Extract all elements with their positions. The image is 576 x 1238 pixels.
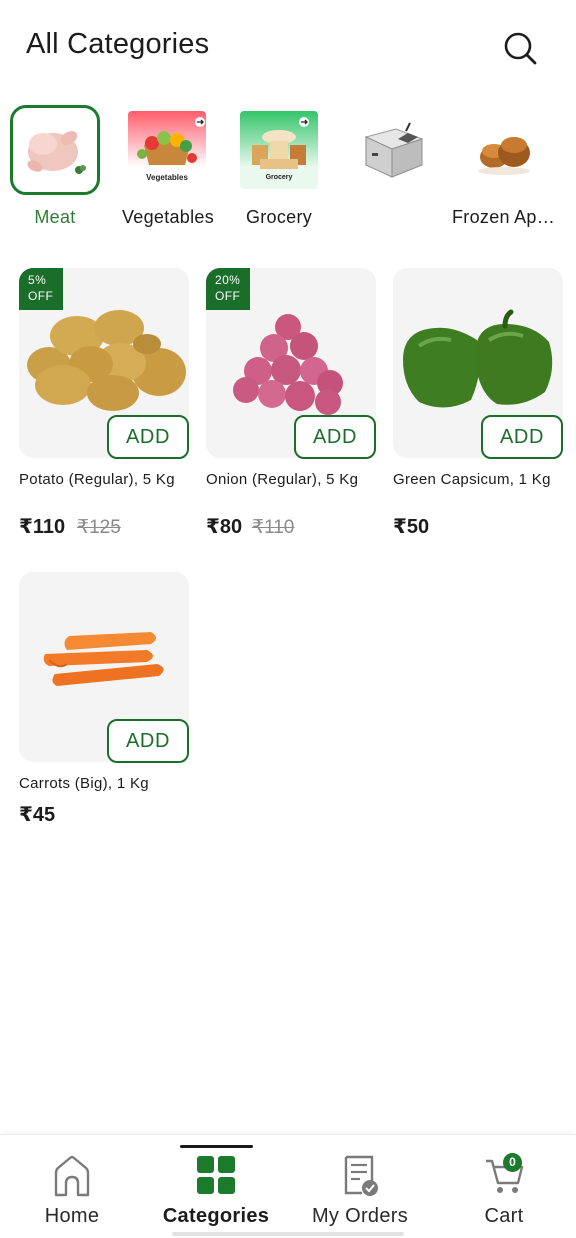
category-equipment[interactable] [336,100,446,240]
product-name: Potato (Regular), 5 Kg [19,471,175,488]
deep-fryer-image [364,122,424,178]
cart-count-badge: 0 [503,1153,522,1172]
nav-cart[interactable]: Cart [432,1135,576,1238]
capsicum-image [403,309,553,408]
add-to-cart-button[interactable]: ADD [481,415,563,459]
product-mrp: ₹125 [77,517,121,538]
grid-icon [197,1156,235,1194]
category-strip: Meat Vegetables Vegetables Grocery Groce… [0,100,576,240]
bottom-nav: Home Categories My Orders Cart [0,1134,576,1238]
product-price: ₹80 [206,516,243,538]
category-grocery[interactable]: Grocery Grocery [224,100,334,240]
product-name: Green Capsicum, 1 Kg [393,471,551,488]
nav-label: Categories [162,1205,270,1227]
discount-badge: 5% OFF [19,268,63,310]
product-mrp: ₹110 [252,517,295,538]
gesture-bar [172,1232,404,1236]
category-meat[interactable]: Meat [0,100,110,240]
product-price: ₹45 [19,804,56,826]
category-label: Grocery [245,207,313,227]
app-header: All Categories [0,0,576,96]
product-name: Onion (Regular), 5 Kg [206,471,359,488]
add-to-cart-button[interactable]: ADD [107,415,189,459]
product-name: Carrots (Big), 1 Kg [19,775,149,792]
category-label: Meat [34,207,76,227]
search-button[interactable] [500,28,540,68]
product-price: ₹110 [19,516,66,538]
nav-label: My Orders [311,1205,409,1227]
category-vegetables[interactable]: Vegetables Vegetables [112,100,222,240]
discount-badge: 20% OFF [206,268,250,310]
page-title: All Categories [26,28,210,60]
category-frozen-appetizers[interactable]: Frozen Appetizers [448,100,558,240]
discount-suffix: OFF [28,289,54,303]
category-thumb-vegetables: Vegetables [128,111,206,189]
category-thumb-meat [10,105,100,195]
nav-categories[interactable]: Categories [144,1135,288,1238]
category-thumb-grocery: Grocery [240,111,318,189]
nav-my-orders[interactable]: My Orders [288,1135,432,1238]
category-label: Vegetables [121,207,215,227]
add-to-cart-button[interactable]: ADD [294,415,376,459]
discount-percent: 20% [215,273,241,287]
category-thumb-equipment [346,105,436,195]
category-thumb-frozen [458,105,548,195]
carrots-image [43,632,164,686]
category-label: Frozen Appetizers [452,207,556,227]
discount-percent: 5% [28,273,47,287]
category-thumb-caption: Grocery [265,174,293,181]
orders-icon [344,1155,378,1196]
category-thumb-caption: Vegetables [146,173,188,182]
search-icon [504,32,537,65]
nav-home[interactable]: Home [0,1135,144,1238]
nav-label: Home [44,1205,100,1227]
chicken-image [27,131,86,174]
home-icon [54,1155,90,1197]
product-price: ₹50 [393,516,430,538]
add-to-cart-button[interactable]: ADD [107,719,189,763]
nav-label: Cart [484,1205,524,1227]
frozen-snack-image [478,137,530,175]
discount-suffix: OFF [215,289,241,303]
